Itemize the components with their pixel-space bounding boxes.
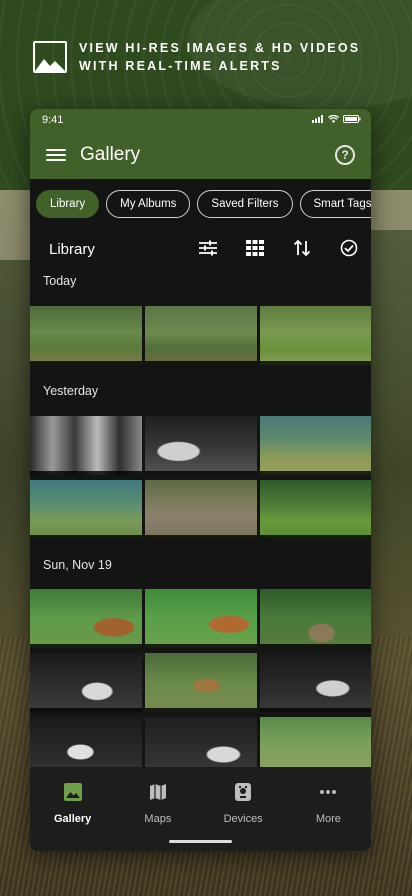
chip-saved-filters[interactable]: Saved Filters — [197, 190, 293, 218]
photo-thumbnail[interactable] — [30, 416, 142, 475]
image-icon — [33, 41, 67, 73]
grid-view-icon[interactable] — [245, 238, 265, 258]
photo-thumbnail[interactable] — [30, 717, 142, 767]
page-title: Gallery — [80, 144, 141, 165]
bottom-nav: Gallery Maps Devices More — [30, 767, 371, 851]
section-label-yesterday: Yesterday — [43, 384, 99, 398]
hamburger-menu-icon[interactable] — [46, 147, 66, 163]
photo-thumbnail[interactable] — [260, 653, 371, 712]
photo-thumbnail[interactable] — [30, 480, 142, 539]
photo-thumbnail[interactable] — [145, 653, 257, 712]
phone-frame: 9:41 Gallery ? Library My Albums Saved F… — [30, 109, 371, 851]
more-dots-icon — [317, 781, 339, 803]
photo-thumbnail[interactable] — [145, 589, 257, 648]
nav-item-maps[interactable]: Maps — [115, 767, 200, 851]
nav-item-devices[interactable]: Devices — [201, 767, 286, 851]
nav-label-devices: Devices — [223, 813, 263, 825]
library-title: Library — [49, 240, 95, 258]
app-title-row: Gallery ? — [30, 139, 371, 171]
status-icons — [312, 115, 361, 123]
gallery-icon — [62, 781, 84, 803]
background-trees-right — [368, 230, 412, 670]
app-header: 9:41 Gallery ? — [30, 109, 371, 179]
chip-library[interactable]: Library — [36, 190, 100, 218]
nav-item-gallery[interactable]: Gallery — [30, 767, 115, 851]
nav-label-gallery: Gallery — [53, 813, 92, 825]
photo-thumbnail[interactable] — [260, 589, 371, 648]
section-label-sun-nov-19: Sun, Nov 19 — [43, 558, 112, 572]
filter-sliders-icon[interactable] — [198, 238, 218, 258]
promo-line-1: VIEW HI-RES IMAGES & HD VIDEOS — [79, 41, 361, 55]
promo-headline: VIEW HI-RES IMAGES & HD VIDEOS WITH REAL… — [33, 40, 383, 74]
promo-line-2: WITH REAL-TIME ALERTS — [79, 59, 282, 73]
nav-item-more[interactable]: More — [286, 767, 371, 851]
nav-label-more: More — [315, 813, 341, 825]
wifi-icon — [328, 115, 339, 123]
photo-thumbnail[interactable] — [260, 717, 371, 767]
photo-thumbnail[interactable] — [145, 306, 257, 365]
promo-text: VIEW HI-RES IMAGES & HD VIDEOS WITH REAL… — [79, 39, 360, 75]
chip-smart-tags[interactable]: Smart Tags — [299, 190, 371, 218]
select-check-icon[interactable] — [339, 238, 359, 258]
photo-thumbnail[interactable] — [30, 306, 142, 365]
library-toolbar: Library — [30, 234, 371, 264]
photo-thumbnail[interactable] — [260, 306, 371, 365]
photo-thumbnail[interactable] — [30, 653, 142, 712]
filter-chips: Library My Albums Saved Filters Smart Ta… — [36, 190, 371, 218]
help-icon[interactable]: ? — [335, 145, 355, 165]
photo-thumbnail[interactable] — [260, 416, 371, 475]
battery-icon — [343, 115, 361, 123]
photo-thumbnail[interactable] — [145, 416, 257, 475]
signal-icon — [312, 115, 323, 123]
photo-thumbnail[interactable] — [260, 480, 371, 539]
nav-label-maps: Maps — [144, 813, 172, 825]
camera-device-icon — [232, 781, 254, 803]
photo-thumbnail[interactable] — [145, 480, 257, 539]
chip-my-albums[interactable]: My Albums — [106, 190, 191, 218]
section-label-today: Today — [43, 274, 77, 288]
sort-icon[interactable] — [292, 238, 312, 258]
photo-thumbnail[interactable] — [30, 589, 142, 648]
photo-thumbnail[interactable] — [145, 717, 257, 767]
status-time: 9:41 — [42, 114, 64, 126]
library-tools — [198, 238, 359, 258]
home-indicator — [169, 840, 232, 843]
map-icon — [147, 781, 169, 803]
